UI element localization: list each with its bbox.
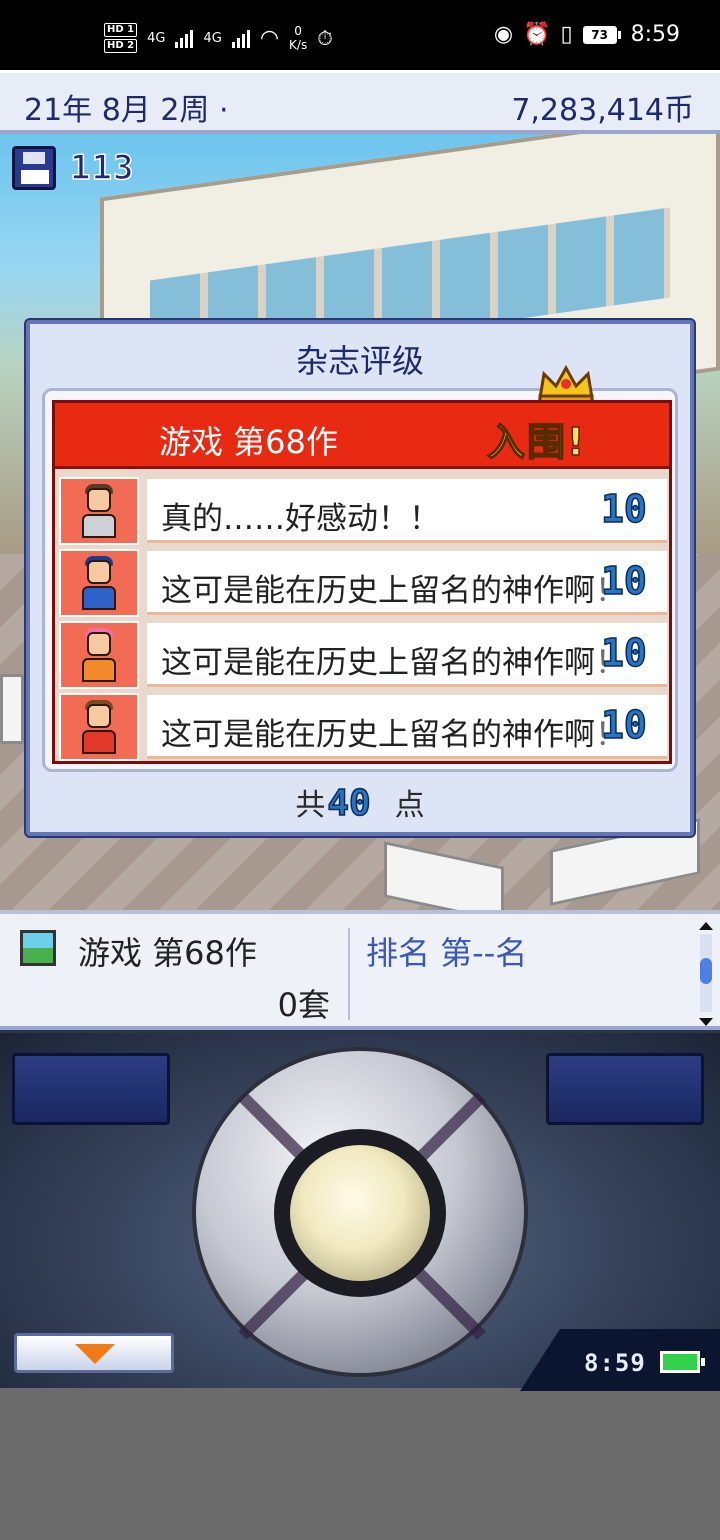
signal-icon-2 <box>231 28 250 48</box>
review-comment: 这可是能在历史上留名的神作啊！ <box>161 645 626 681</box>
arrow-down-icon <box>75 1344 115 1364</box>
magazine-review-dialog[interactable]: 杂志评级 游戏 第68作 入围! 真的……好感动！！ 10 这可是能在历史上留名… <box>26 320 694 836</box>
reviewer-portrait <box>59 477 139 545</box>
reviewer-portrait <box>59 549 139 617</box>
status-bar: HD 1 HD 2 4G 4G ◠ 0 K/s ⏱ ◉ ⏰ ▯ 73 8:59 <box>0 0 720 70</box>
reviewer-portrait <box>59 621 139 689</box>
ranking-text: 排名 第--名 <box>366 934 528 972</box>
sales-count: 0套 <box>277 986 330 1024</box>
right-soft-key[interactable] <box>546 1053 704 1125</box>
game-info-panel[interactable]: 游戏 第68作 0套 排名 第--名 <box>0 910 720 1030</box>
network-type-2: 4G <box>203 30 222 46</box>
signal-icon <box>175 28 194 48</box>
review-row: 这可是能在历史上留名的神作啊！ 10 <box>55 547 669 619</box>
timer-icon: ⏱ <box>317 26 333 50</box>
game-date: 21年 8月 2周 · <box>24 93 229 128</box>
hd-icon: HD 1 HD 2 <box>104 22 138 54</box>
money-amount: 7,283,414币 <box>511 93 694 128</box>
virtual-controller: 8:59 <box>0 1030 720 1391</box>
scroll-up-icon[interactable] <box>699 922 713 930</box>
reviewer-avatar-icon <box>82 700 116 754</box>
battery-icon <box>660 1351 705 1373</box>
review-score: 10 <box>600 486 647 532</box>
network-type-1: 4G <box>147 30 166 46</box>
review-score: 10 <box>600 558 647 604</box>
review-comment: 这可是能在历史上留名的神作啊！ <box>161 573 626 609</box>
review-comment: 这可是能在历史上留名的神作啊！ <box>161 717 626 753</box>
review-comment-box: 这可是能在历史上留名的神作啊！ 10 <box>147 551 667 615</box>
floppy-disk-icon <box>12 146 56 190</box>
reviewed-game-name: 游戏 第68作 <box>159 423 338 461</box>
top-info-bar: 21年 8月 2周 · 7,283,414币 <box>0 70 720 134</box>
review-score: 10 <box>600 702 647 748</box>
status-right: ◉ ⏰ ▯ 73 8:59 <box>494 22 680 47</box>
panel-scrollbar[interactable] <box>698 922 714 1026</box>
reviewer-avatar-icon <box>82 556 116 610</box>
review-comment-box: 真的……好感动！！ 10 <box>147 479 667 543</box>
review-row: 这可是能在历史上留名的神作啊！ 10 <box>55 691 669 763</box>
save-indicator[interactable]: 113 <box>12 146 134 190</box>
review-frame: 游戏 第68作 入围! 真的……好感动！！ 10 这可是能在历史上留名的神作啊！ <box>52 400 672 764</box>
reviewer-avatar-icon <box>82 484 116 538</box>
wifi-icon: ◠ <box>259 25 280 51</box>
device-clock: 8:59 <box>584 1349 646 1377</box>
review-comment-box: 这可是能在历史上留名的神作啊！ 10 <box>147 695 667 759</box>
dpad-center-button[interactable] <box>290 1145 430 1281</box>
battery-icon: 73 <box>582 25 621 44</box>
alarm-icon: ⏰ <box>523 22 551 47</box>
review-row: 真的……好感动！！ 10 <box>55 475 669 547</box>
network-speed: 0 K/s <box>289 24 308 52</box>
game-cartridge-icon <box>20 930 56 966</box>
review-row: 这可是能在历史上留名的神作啊！ 10 <box>55 619 669 691</box>
total-score: 共40 点 <box>295 782 425 825</box>
scroll-down-icon[interactable] <box>699 1018 713 1026</box>
reviewer-avatar-icon <box>82 628 116 682</box>
menu-toggle-button[interactable] <box>14 1333 174 1373</box>
clock-text: 8:59 <box>630 22 680 47</box>
panel-divider <box>348 928 350 1020</box>
status-left: HD 1 HD 2 4G 4G ◠ 0 K/s ⏱ <box>104 18 333 58</box>
reviewer-portrait <box>59 693 139 761</box>
review-comment-box: 这可是能在历史上留名的神作啊！ 10 <box>147 623 667 687</box>
save-count: 113 <box>69 147 135 189</box>
review-header: 游戏 第68作 入围! <box>55 403 669 469</box>
review-comment: 真的……好感动！！ <box>161 501 440 537</box>
office-desk <box>0 674 24 744</box>
dpad[interactable] <box>192 1047 528 1377</box>
review-score: 10 <box>600 630 647 676</box>
vibrate-icon: ▯ <box>560 22 573 47</box>
eye-icon: ◉ <box>493 22 514 47</box>
total-score-value: 40 <box>327 782 372 825</box>
left-soft-key[interactable] <box>12 1053 170 1125</box>
scroll-thumb[interactable] <box>700 958 712 984</box>
nominee-badge: 入围! <box>486 419 587 465</box>
current-game-name: 游戏 第68作 <box>78 934 257 972</box>
